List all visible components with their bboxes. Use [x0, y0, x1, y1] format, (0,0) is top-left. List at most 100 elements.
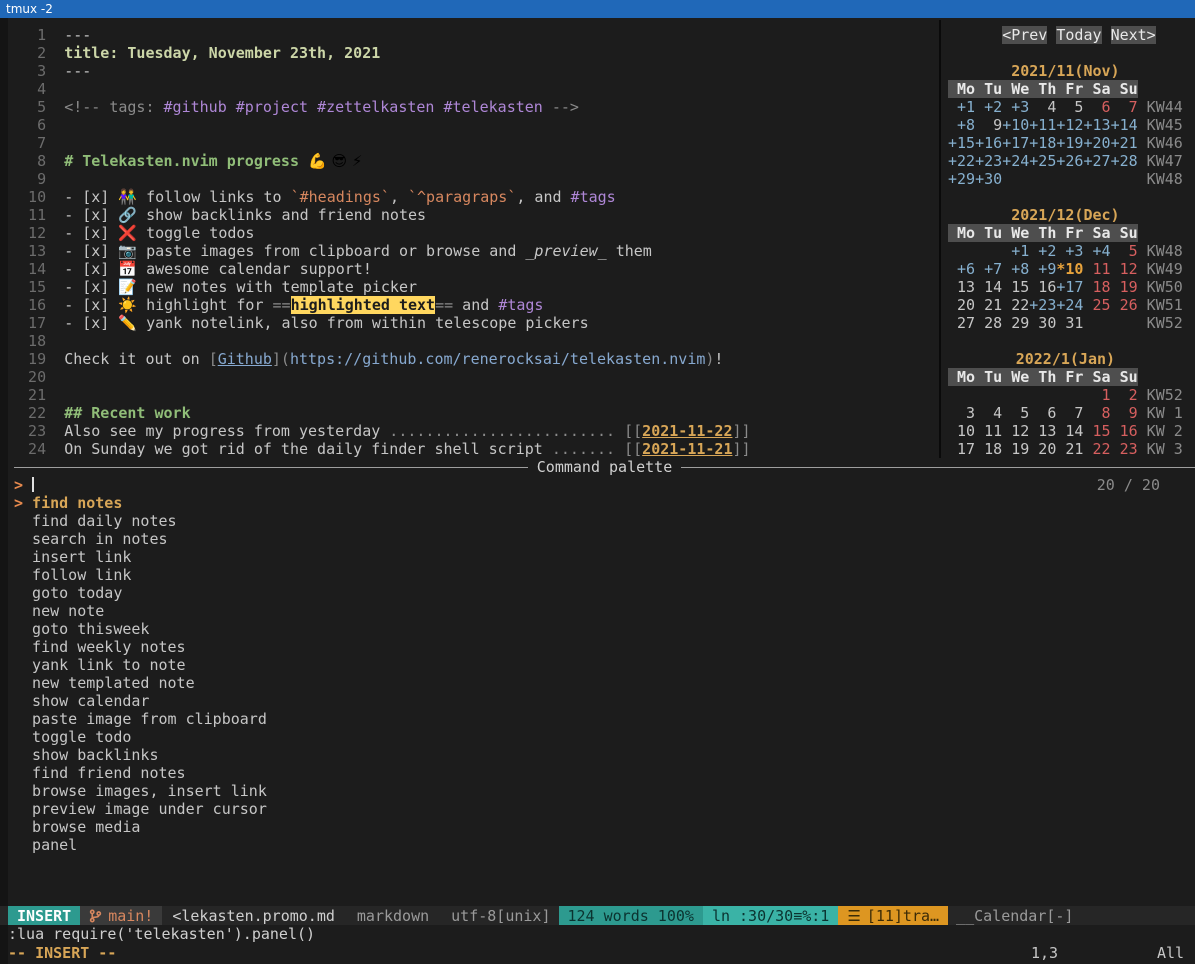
- editor-line[interactable]: 24 On Sunday we got rid of the daily fin…: [10, 440, 935, 458]
- calendar-day[interactable]: 5: [1056, 98, 1083, 116]
- calendar-day[interactable]: +30: [975, 170, 1002, 188]
- calendar-day[interactable]: +24: [1056, 296, 1083, 314]
- editor-line[interactable]: 19 Check it out on [Github](https://gith…: [10, 350, 935, 368]
- editor-line[interactable]: 7: [10, 134, 935, 152]
- calendar-day[interactable]: 23: [1111, 440, 1138, 458]
- calendar-day[interactable]: +21: [1111, 134, 1138, 152]
- palette-item[interactable]: browse images, insert link: [14, 782, 1195, 800]
- calendar-day[interactable]: +23: [975, 152, 1002, 170]
- calendar-day[interactable]: 5: [1002, 404, 1029, 422]
- calendar-day[interactable]: +15: [948, 134, 975, 152]
- calendar-day[interactable]: 30: [1029, 314, 1056, 332]
- calendar-day[interactable]: 12: [1002, 422, 1029, 440]
- palette-item[interactable]: goto thisweek: [14, 620, 1195, 638]
- calendar-day[interactable]: 16: [1111, 422, 1138, 440]
- calendar-day[interactable]: 4: [1029, 98, 1056, 116]
- editor-line[interactable]: 11 - [x] 🔗 show backlinks and friend not…: [10, 206, 935, 224]
- today-button[interactable]: Today: [1056, 26, 1101, 44]
- calendar-day[interactable]: +20: [1083, 134, 1110, 152]
- editor-line[interactable]: 23 Also see my progress from yesterday .…: [10, 422, 935, 440]
- editor-line[interactable]: 9: [10, 170, 935, 188]
- calendar-day[interactable]: +29: [948, 170, 975, 188]
- calendar-day[interactable]: 22: [1083, 440, 1110, 458]
- calendar-day[interactable]: +12: [1056, 116, 1083, 134]
- calendar-day[interactable]: 27: [948, 314, 975, 332]
- calendar-day[interactable]: +16: [975, 134, 1002, 152]
- editor-line[interactable]: 10 - [x] 👫 follow links to `#headings`, …: [10, 188, 935, 206]
- palette-item[interactable]: find daily notes: [14, 512, 1195, 530]
- calendar-day[interactable]: 13: [1029, 422, 1056, 440]
- calendar-day[interactable]: 20: [1029, 440, 1056, 458]
- editor-line[interactable]: 16 - [x] ☀️ highlight for ==highlighted …: [10, 296, 935, 314]
- calendar-day[interactable]: 17: [948, 440, 975, 458]
- editor-line[interactable]: 17 - [x] ✏️ yank notelink, also from wit…: [10, 314, 935, 332]
- palette-item[interactable]: new note: [14, 602, 1195, 620]
- calendar-day[interactable]: +9: [1029, 260, 1056, 278]
- calendar-day[interactable]: 5: [1111, 242, 1138, 260]
- calendar-day[interactable]: 7: [1056, 404, 1083, 422]
- palette-item[interactable]: show backlinks: [14, 746, 1195, 764]
- calendar-day[interactable]: +25: [1029, 152, 1056, 170]
- palette-item[interactable]: paste image from clipboard: [14, 710, 1195, 728]
- calendar-day[interactable]: 9: [1111, 404, 1138, 422]
- palette-item[interactable]: insert link: [14, 548, 1195, 566]
- calendar-day[interactable]: +23: [1029, 296, 1056, 314]
- palette-item[interactable]: goto today: [14, 584, 1195, 602]
- calendar-day[interactable]: 6: [1029, 404, 1056, 422]
- palette-item[interactable]: preview image under cursor: [14, 800, 1195, 818]
- calendar-day[interactable]: +13: [1083, 116, 1110, 134]
- calendar-day[interactable]: 25: [1083, 296, 1110, 314]
- calendar-day[interactable]: +10: [1002, 116, 1029, 134]
- calendar-day[interactable]: +2: [1029, 242, 1056, 260]
- calendar-day[interactable]: 14: [1056, 422, 1083, 440]
- calendar-day[interactable]: +22: [948, 152, 975, 170]
- calendar-day[interactable]: 7: [1111, 98, 1138, 116]
- editor-line[interactable]: 2 title: Tuesday, November 23th, 2021: [10, 44, 935, 62]
- editor-line[interactable]: 13 - [x] 📷 paste images from clipboard o…: [10, 242, 935, 260]
- calendar-day[interactable]: 18: [975, 440, 1002, 458]
- calendar-day[interactable]: 31: [1056, 314, 1083, 332]
- calendar-day[interactable]: 22: [1002, 296, 1029, 314]
- calendar-day[interactable]: 2: [1111, 386, 1138, 404]
- calendar-day[interactable]: 19: [1111, 278, 1138, 296]
- calendar-day[interactable]: 28: [975, 314, 1002, 332]
- calendar-day[interactable]: +4: [1083, 242, 1110, 260]
- palette-prompt-row[interactable]: > 20 / 20: [14, 476, 1195, 494]
- calendar-day[interactable]: 4: [975, 404, 1002, 422]
- palette-item[interactable]: toggle todo: [14, 728, 1195, 746]
- calendar-day[interactable]: 13: [948, 278, 975, 296]
- palette-item[interactable]: panel: [14, 836, 1195, 854]
- calendar-day[interactable]: +28: [1111, 152, 1138, 170]
- palette-selected-row[interactable]: > find notes: [14, 494, 1195, 512]
- editor-line[interactable]: 22 ## Recent work: [10, 404, 935, 422]
- calendar-day[interactable]: +18: [1029, 134, 1056, 152]
- editor-line[interactable]: 15 - [x] 📝 new notes with template picke…: [10, 278, 935, 296]
- calendar-day[interactable]: +3: [1056, 242, 1083, 260]
- calendar-day[interactable]: 9: [975, 116, 1002, 134]
- palette-item[interactable]: browse media: [14, 818, 1195, 836]
- editor-window[interactable]: 1 --- 2 title: Tuesday, November 23th, 2…: [10, 26, 935, 458]
- calendar-day[interactable]: 6: [1083, 98, 1110, 116]
- calendar-day[interactable]: 1: [1083, 386, 1110, 404]
- calendar-day[interactable]: *10: [1056, 260, 1083, 278]
- palette-item[interactable]: follow link: [14, 566, 1195, 584]
- calendar-day[interactable]: 8: [1083, 404, 1110, 422]
- editor-line[interactable]: 14 - [x] 📅 awesome calendar support!: [10, 260, 935, 278]
- calendar-day[interactable]: +6: [948, 260, 975, 278]
- next-button[interactable]: Next>: [1111, 26, 1156, 44]
- editor-line[interactable]: 1 ---: [10, 26, 935, 44]
- prev-button[interactable]: <Prev: [1002, 26, 1047, 44]
- palette-item[interactable]: yank link to note: [14, 656, 1195, 674]
- calendar-day[interactable]: 20: [948, 296, 975, 314]
- calendar-day[interactable]: +7: [975, 260, 1002, 278]
- editor-line[interactable]: 5 <!-- tags: #github #project #zettelkas…: [10, 98, 935, 116]
- calendar-day[interactable]: 19: [1002, 440, 1029, 458]
- calendar-day[interactable]: 21: [1056, 440, 1083, 458]
- calendar-day[interactable]: +17: [1002, 134, 1029, 152]
- calendar-day[interactable]: +14: [1111, 116, 1138, 134]
- palette-item[interactable]: find weekly notes: [14, 638, 1195, 656]
- palette-item[interactable]: show calendar: [14, 692, 1195, 710]
- editor-line[interactable]: 3 ---: [10, 62, 935, 80]
- editor-line[interactable]: 8 # Telekasten.nvim progress 💪 😎 ⚡: [10, 152, 935, 170]
- window-separator[interactable]: [939, 20, 941, 458]
